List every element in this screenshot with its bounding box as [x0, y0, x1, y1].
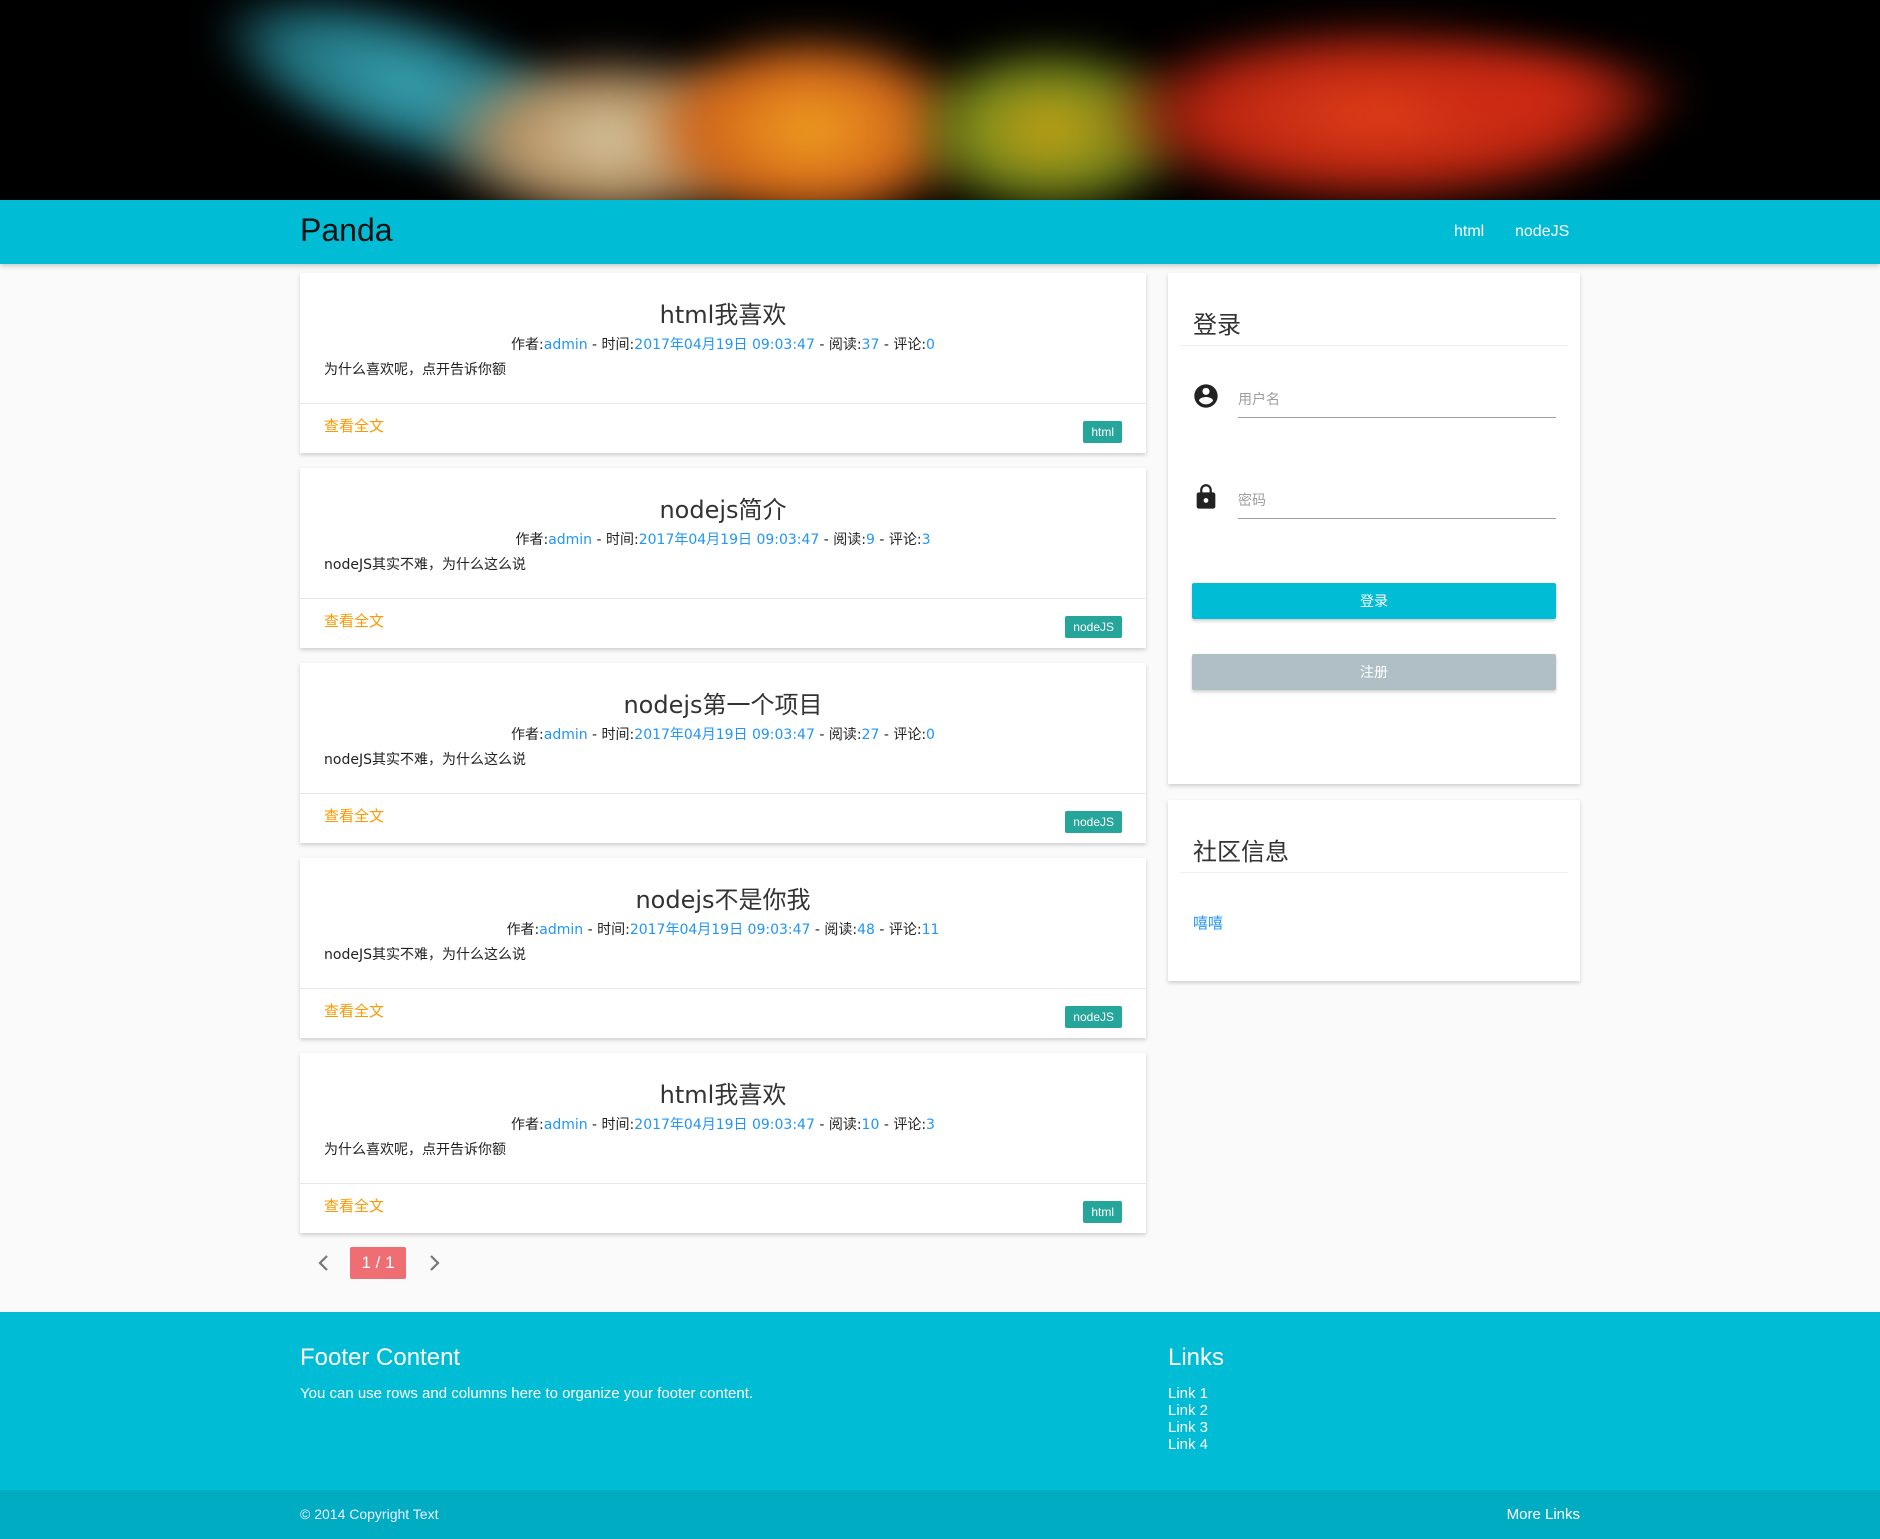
post-author[interactable]: admin [548, 532, 592, 548]
read-more-link[interactable]: 查看全文 [324, 805, 384, 826]
register-button[interactable]: 注册 [1192, 654, 1556, 690]
nav-link-html[interactable]: html [1454, 223, 1484, 241]
post-author[interactable]: admin [539, 922, 583, 938]
read-more-link[interactable]: 查看全文 [324, 610, 384, 631]
post-reads: 27 [861, 727, 880, 743]
post-meta: 作者:admin - 时间:2017年04月19日 09:03:47 - 阅读:… [511, 337, 935, 353]
chevron-right-icon[interactable] [424, 1250, 444, 1276]
username-input[interactable] [1238, 382, 1556, 418]
post-time: 2017年04月19日 09:03:47 [634, 727, 815, 743]
post-comments: 3 [926, 1117, 935, 1133]
post-time: 2017年04月19日 09:03:47 [629, 922, 811, 938]
panel-divider [1180, 345, 1568, 346]
post-comments: 0 [926, 727, 935, 743]
copyright-text: © 2014 Copyright Text [300, 1506, 439, 1522]
post-reads: 48 [857, 922, 875, 938]
panel-divider [1180, 872, 1568, 873]
footer-link[interactable]: Link 1 [1168, 1385, 1208, 1402]
post-time: 2017年04月19日 09:03:47 [634, 1117, 815, 1133]
post-meta: 作者:admin - 时间:2017年04月19日 09:03:47 - 阅读:… [506, 922, 940, 938]
header-banner-image [0, 0, 1880, 200]
post-card: nodejs第一个项目 作者:admin - 时间:2017年04月19日 09… [300, 663, 1146, 843]
login-button[interactable]: 登录 [1192, 583, 1556, 619]
post-author[interactable]: admin [544, 337, 588, 353]
community-title: 社区信息 [1193, 838, 1289, 866]
post-time: 2017年04月19日 09:03:47 [634, 337, 815, 353]
community-panel: 社区信息 嘻嘻 [1168, 800, 1580, 981]
brand-logo[interactable]: Panda [300, 212, 393, 249]
post-time: 2017年04月19日 09:03:47 [638, 532, 820, 548]
post-reads: 9 [866, 532, 875, 548]
post-title[interactable]: nodejs第一个项目 [300, 685, 1146, 720]
footer-link[interactable]: Link 3 [1168, 1419, 1208, 1436]
post-card: nodejs不是你我 作者:admin - 时间:2017年04月19日 09:… [300, 858, 1146, 1038]
post-summary: nodeJS其实不难，为什么这么说 [324, 947, 526, 963]
pagination-current-page[interactable]: 1 / 1 [350, 1247, 406, 1279]
footer-title: Footer Content [300, 1344, 461, 1371]
footer-links-title: Links [1168, 1344, 1225, 1371]
post-summary: 为什么喜欢呢，点开告诉你额 [324, 1142, 506, 1158]
login-title: 登录 [1193, 311, 1241, 339]
post-meta: 作者:admin - 时间:2017年04月19日 09:03:47 - 阅读:… [511, 1117, 935, 1133]
post-title[interactable]: nodejs不是你我 [300, 880, 1146, 915]
post-meta: 作者:admin - 时间:2017年04月19日 09:03:47 - 阅读:… [515, 532, 931, 548]
password-input[interactable] [1238, 483, 1556, 519]
post-card: nodejs简介 作者:admin - 时间:2017年04月19日 09:03… [300, 468, 1146, 648]
footer-links-list: Link 1 Link 2 Link 3 Link 4 [1168, 1385, 1208, 1453]
post-summary: nodeJS其实不难，为什么这么说 [324, 557, 526, 573]
navbar: Panda html nodeJS [0, 200, 1880, 264]
card-divider [300, 1183, 1146, 1184]
post-tag[interactable]: nodeJS [1065, 1006, 1122, 1028]
more-links[interactable]: More Links [1507, 1506, 1580, 1523]
post-comments: 3 [921, 532, 931, 548]
post-tag[interactable]: html [1083, 421, 1122, 443]
post-reads: 37 [861, 337, 880, 353]
post-title[interactable]: html我喜欢 [300, 295, 1146, 330]
read-more-link[interactable]: 查看全文 [324, 1000, 384, 1021]
post-comments: 11 [921, 922, 940, 938]
post-summary: nodeJS其实不难，为什么这么说 [324, 752, 526, 768]
footer-link[interactable]: Link 4 [1168, 1436, 1208, 1453]
account-circle-icon [1192, 382, 1220, 410]
footer-link[interactable]: Link 2 [1168, 1402, 1208, 1419]
page-footer: Footer Content You can use rows and colu… [0, 1312, 1880, 1539]
lock-icon [1192, 483, 1220, 511]
login-panel: 登录 登录 注册 [1168, 273, 1580, 784]
post-card: html我喜欢 作者:admin - 时间:2017年04月19日 09:03:… [300, 273, 1146, 453]
chevron-left-icon[interactable] [314, 1250, 334, 1276]
card-divider [300, 598, 1146, 599]
post-tag[interactable]: html [1083, 1201, 1122, 1223]
post-card: html我喜欢 作者:admin - 时间:2017年04月19日 09:03:… [300, 1053, 1146, 1233]
post-comments: 0 [926, 337, 935, 353]
post-author[interactable]: admin [544, 1117, 588, 1133]
post-meta: 作者:admin - 时间:2017年04月19日 09:03:47 - 阅读:… [511, 727, 935, 743]
read-more-link[interactable]: 查看全文 [324, 1195, 384, 1216]
copyright-bar: © 2014 Copyright Text More Links [0, 1490, 1880, 1539]
post-title[interactable]: nodejs简介 [300, 490, 1146, 525]
nav-link-nodejs[interactable]: nodeJS [1515, 223, 1569, 241]
community-link[interactable]: 嘻嘻 [1193, 912, 1223, 933]
card-divider [300, 403, 1146, 404]
read-more-link[interactable]: 查看全文 [324, 415, 384, 436]
card-divider [300, 793, 1146, 794]
post-summary: 为什么喜欢呢，点开告诉你额 [324, 362, 506, 378]
post-tag[interactable]: nodeJS [1065, 811, 1122, 833]
card-divider [300, 988, 1146, 989]
post-tag[interactable]: nodeJS [1065, 616, 1122, 638]
footer-text: You can use rows and columns here to org… [300, 1385, 754, 1402]
post-author[interactable]: admin [544, 727, 588, 743]
post-title[interactable]: html我喜欢 [300, 1075, 1146, 1110]
post-reads: 10 [861, 1117, 880, 1133]
